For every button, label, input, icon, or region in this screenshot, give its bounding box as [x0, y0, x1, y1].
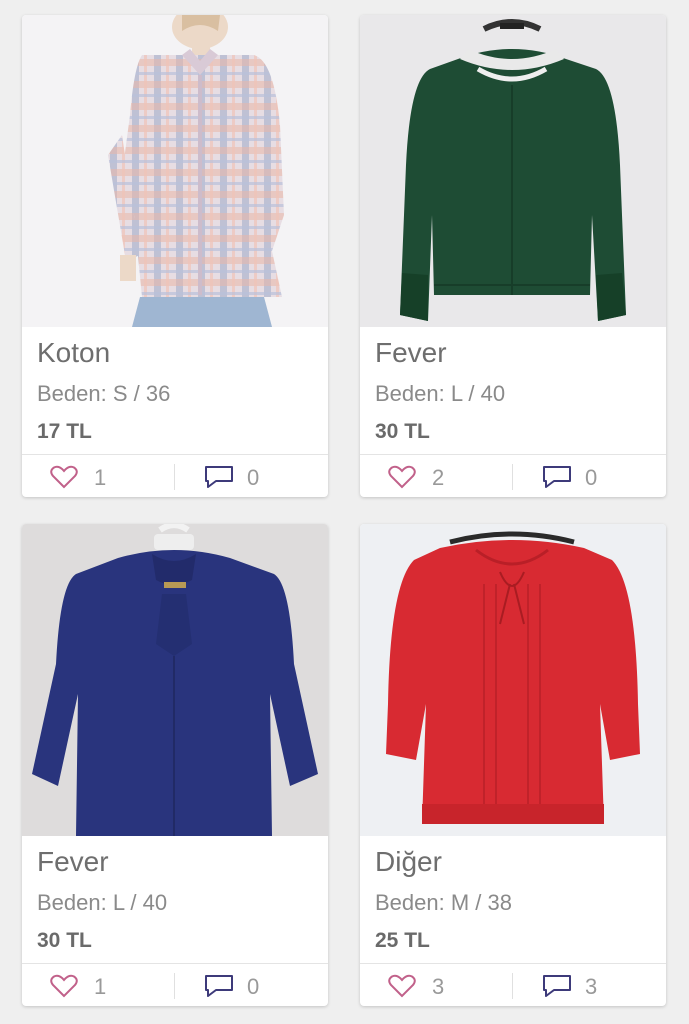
like-count: 1 [94, 974, 107, 999]
comment-button[interactable]: 0 [175, 455, 327, 497]
product-grid: Koton Beden: S / 36 17 TL 1 0 Fever Bede… [0, 0, 689, 1024]
comment-icon [543, 975, 571, 997]
product-size: Beden: L / 40 [37, 890, 168, 915]
comment-count: 0 [585, 465, 598, 490]
card-actions: 1 0 [22, 963, 328, 1006]
like-button[interactable]: 1 [22, 964, 174, 1006]
card-actions: 1 0 [22, 454, 328, 497]
comment-button[interactable]: 3 [513, 964, 665, 1006]
card-actions: 3 3 [360, 963, 666, 1006]
like-button[interactable]: 2 [360, 455, 512, 497]
comment-count: 0 [247, 974, 260, 999]
product-photo[interactable] [360, 524, 666, 836]
product-brand: Fever [375, 337, 447, 368]
like-count: 1 [94, 465, 107, 490]
product-size: Beden: S / 36 [37, 381, 171, 406]
product-brand: Fever [37, 846, 109, 877]
product-price: 25 TL [375, 929, 430, 952]
product-card[interactable]: Fever Beden: L / 40 30 TL 1 0 [22, 524, 328, 1006]
like-button[interactable]: 3 [360, 964, 512, 1006]
comment-count: 0 [247, 465, 260, 490]
comment-button[interactable]: 0 [513, 455, 665, 497]
comment-icon [543, 466, 571, 488]
product-price: 30 TL [375, 420, 430, 443]
card-actions: 2 0 [360, 454, 666, 497]
product-photo[interactable] [22, 524, 328, 836]
heart-icon [388, 465, 416, 489]
like-count: 3 [432, 974, 445, 999]
like-button[interactable]: 1 [22, 455, 174, 497]
product-card[interactable]: Koton Beden: S / 36 17 TL 1 0 [22, 15, 328, 497]
product-photo[interactable] [360, 15, 666, 327]
comment-button[interactable]: 0 [175, 964, 327, 1006]
product-brand: Koton [37, 337, 111, 368]
heart-icon [50, 974, 78, 998]
heart-icon [388, 974, 416, 998]
product-card[interactable]: Diğer Beden: M / 38 25 TL 3 3 [360, 524, 666, 1006]
product-photo[interactable] [22, 15, 328, 327]
comment-icon [205, 466, 233, 488]
product-card[interactable]: Fever Beden: L / 40 30 TL 2 0 [360, 15, 666, 497]
comment-icon [205, 975, 233, 997]
product-price: 30 TL [37, 929, 92, 952]
comment-count: 3 [585, 974, 598, 999]
product-brand: Diğer [375, 846, 442, 877]
heart-icon [50, 465, 78, 489]
product-price: 17 TL [37, 420, 92, 443]
like-count: 2 [432, 465, 445, 490]
product-size: Beden: L / 40 [375, 381, 506, 406]
product-size: Beden: M / 38 [375, 890, 512, 915]
